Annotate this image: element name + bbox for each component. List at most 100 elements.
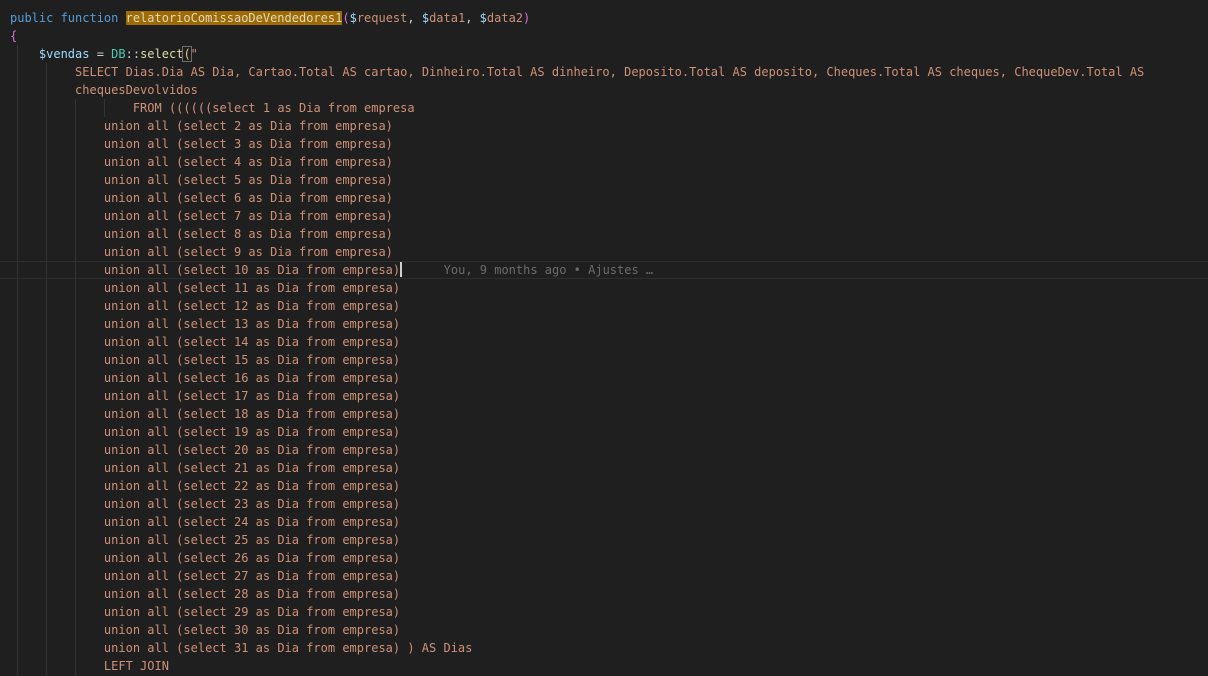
code-line[interactable]: union all (select 14 as Dia from empresa… — [0, 333, 1208, 351]
indent-whitespace — [10, 191, 104, 205]
token-str: union all (select 6 as Dia from empresa) — [104, 191, 393, 205]
token-fg: , — [465, 11, 479, 25]
inline-blame-annotation: You, 9 months ago • Ajustes … — [444, 263, 654, 277]
code-line[interactable]: union all (select 4 as Dia from empresa) — [0, 153, 1208, 171]
token-var: $vendas — [39, 47, 90, 61]
token-str: union all (select 4 as Dia from empresa) — [104, 155, 393, 169]
code-line[interactable]: union all (select 20 as Dia from empresa… — [0, 441, 1208, 459]
token-fn: select — [140, 47, 183, 61]
code-line-current[interactable]: union all (select 10 as Dia from empresa… — [0, 261, 1208, 279]
code-line[interactable]: $vendas = DB::select(" — [0, 45, 1208, 63]
code-line[interactable]: SELECT Dias.Dia AS Dia, Cartao.Total AS … — [0, 63, 1208, 81]
code-line[interactable]: union all (select 26 as Dia from empresa… — [0, 549, 1208, 567]
token-match: relatorioComissaoDeVendedores1 — [126, 11, 343, 25]
code-line[interactable]: { — [0, 27, 1208, 45]
token-str: union all (select 24 as Dia from empresa… — [104, 515, 400, 529]
code-line[interactable]: union all (select 21 as Dia from empresa… — [0, 459, 1208, 477]
token-str: SELECT Dias.Dia AS Dia, Cartao.Total AS … — [75, 65, 1144, 79]
token-var: $ — [422, 11, 429, 25]
token-param: data2 — [487, 11, 523, 25]
code-line[interactable]: LEFT JOIN — [0, 657, 1208, 675]
indent-whitespace — [10, 551, 104, 565]
token-str: union all (select 30 as Dia from empresa… — [104, 623, 400, 637]
code-line[interactable]: union all (select 22 as Dia from empresa… — [0, 477, 1208, 495]
indent-whitespace — [10, 263, 104, 277]
indent-whitespace — [10, 155, 104, 169]
code-line[interactable]: union all (select 29 as Dia from empresa… — [0, 603, 1208, 621]
code-line[interactable]: union all (select 18 as Dia from empresa… — [0, 405, 1208, 423]
token-str: union all (select 19 as Dia from empresa… — [104, 425, 400, 439]
token-str: union all (select 29 as Dia from empresa… — [104, 605, 400, 619]
token-str: chequesDevolvidos — [75, 83, 198, 97]
indent-whitespace — [10, 209, 104, 223]
token-fg: :: — [126, 47, 140, 61]
token-str: union all (select 22 as Dia from empresa… — [104, 479, 400, 493]
indent-whitespace — [10, 281, 104, 295]
token-param: data1 — [429, 11, 465, 25]
code-line[interactable]: union all (select 27 as Dia from empresa… — [0, 567, 1208, 585]
code-line[interactable]: union all (select 2 as Dia from empresa) — [0, 117, 1208, 135]
code-line[interactable]: union all (select 7 as Dia from empresa) — [0, 207, 1208, 225]
token-str: union all (select 16 as Dia from empresa… — [104, 371, 400, 385]
code-line[interactable]: union all (select 17 as Dia from empresa… — [0, 387, 1208, 405]
indent-whitespace — [10, 245, 104, 259]
code-line[interactable]: union all (select 9 as Dia from empresa) — [0, 243, 1208, 261]
code-line[interactable]: union all (select 25 as Dia from empresa… — [0, 531, 1208, 549]
code-line[interactable]: union all (select 31 as Dia from empresa… — [0, 639, 1208, 657]
code-line[interactable]: union all (select 3 as Dia from empresa) — [0, 135, 1208, 153]
indent-whitespace — [10, 65, 75, 79]
indent-whitespace — [10, 623, 104, 637]
token-str: union all (select 20 as Dia from empresa… — [104, 443, 400, 457]
token-str: union all (select 5 as Dia from empresa) — [104, 173, 393, 187]
code-line[interactable]: public function relatorioComissaoDeVende… — [0, 9, 1208, 27]
token-brbox: ( — [183, 47, 190, 61]
code-line[interactable]: union all (select 19 as Dia from empresa… — [0, 423, 1208, 441]
code-area[interactable]: public function relatorioComissaoDeVende… — [0, 9, 1208, 675]
token-param: request — [357, 11, 408, 25]
token-str: union all (select 27 as Dia from empresa… — [104, 569, 400, 583]
indent-whitespace — [10, 119, 104, 133]
token-var: $ — [350, 11, 357, 25]
token-kw: public function — [10, 11, 126, 25]
code-line[interactable]: FROM ((((((select 1 as Dia from empresa — [0, 99, 1208, 117]
token-fg: , — [407, 11, 421, 25]
token-str: FROM ((((((select 1 as Dia from empresa — [133, 101, 415, 115]
token-str: union all (select 10 as Dia from empresa… — [104, 263, 400, 277]
token-str: union all (select 12 as Dia from empresa… — [104, 299, 400, 313]
token-str: union all (select 28 as Dia from empresa… — [104, 587, 400, 601]
code-line[interactable]: union all (select 5 as Dia from empresa) — [0, 171, 1208, 189]
code-editor[interactable]: public function relatorioComissaoDeVende… — [0, 0, 1208, 676]
indent-whitespace — [10, 569, 104, 583]
indent-whitespace — [10, 407, 104, 421]
indent-whitespace — [10, 587, 104, 601]
code-line[interactable]: union all (select 12 as Dia from empresa… — [0, 297, 1208, 315]
token-str: union all (select 17 as Dia from empresa… — [104, 389, 400, 403]
indent-whitespace — [10, 83, 75, 97]
indent-whitespace — [10, 461, 104, 475]
code-line[interactable]: union all (select 23 as Dia from empresa… — [0, 495, 1208, 513]
indent-whitespace — [10, 137, 104, 151]
indent-whitespace — [10, 497, 104, 511]
code-line[interactable]: union all (select 13 as Dia from empresa… — [0, 315, 1208, 333]
code-line[interactable]: union all (select 15 as Dia from empresa… — [0, 351, 1208, 369]
indent-whitespace — [10, 425, 104, 439]
code-line[interactable]: union all (select 30 as Dia from empresa… — [0, 621, 1208, 639]
code-line[interactable]: union all (select 6 as Dia from empresa) — [0, 189, 1208, 207]
token-str: union all (select 26 as Dia from empresa… — [104, 551, 400, 565]
indent-whitespace — [10, 371, 104, 385]
code-line[interactable]: union all (select 11 as Dia from empresa… — [0, 279, 1208, 297]
code-line[interactable]: union all (select 24 as Dia from empresa… — [0, 513, 1208, 531]
indent-whitespace — [10, 479, 104, 493]
code-line[interactable]: union all (select 28 as Dia from empresa… — [0, 585, 1208, 603]
indent-whitespace — [10, 47, 39, 61]
indent-whitespace — [10, 641, 104, 655]
token-str: union all (select 7 as Dia from empresa) — [104, 209, 393, 223]
indent-whitespace — [10, 515, 104, 529]
code-line[interactable]: union all (select 8 as Dia from empresa) — [0, 225, 1208, 243]
code-line[interactable]: union all (select 16 as Dia from empresa… — [0, 369, 1208, 387]
indent-whitespace — [10, 335, 104, 349]
indent-whitespace — [10, 299, 104, 313]
token-str: union all (select 25 as Dia from empresa… — [104, 533, 400, 547]
indent-whitespace — [10, 353, 104, 367]
code-line[interactable]: chequesDevolvidos — [0, 81, 1208, 99]
